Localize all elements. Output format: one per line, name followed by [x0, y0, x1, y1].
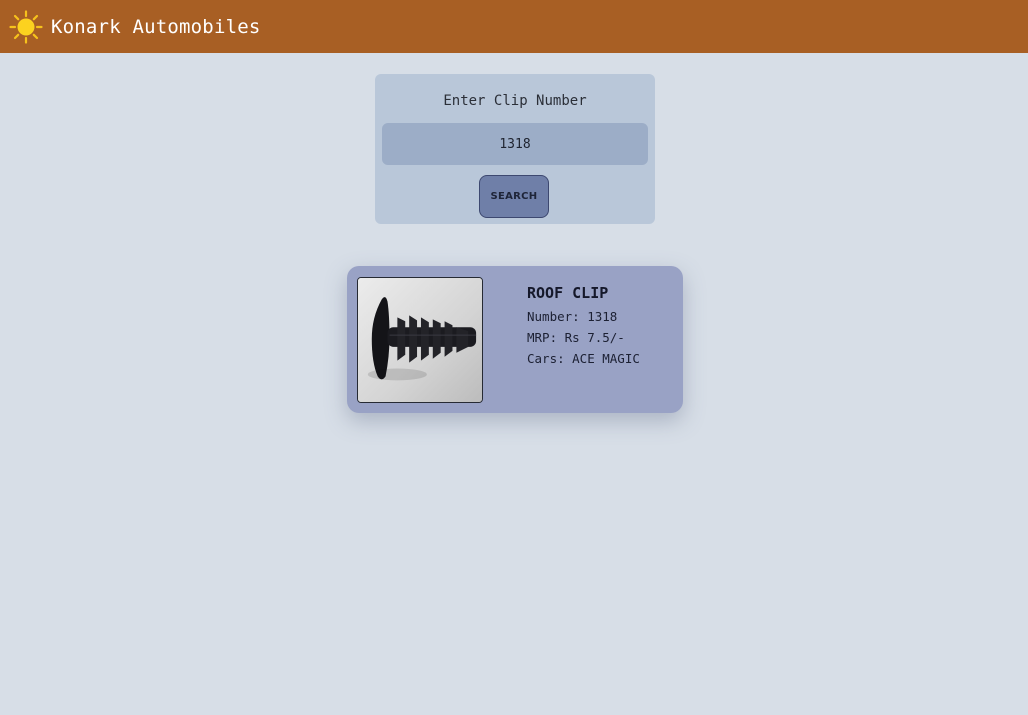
card-info: ROOF CLIP Number: 1318 MRP: Rs 7.5/- Car… — [527, 284, 640, 369]
part-number: Number: 1318 — [527, 309, 618, 324]
part-mrp: MRP: Rs 7.5/- — [527, 330, 625, 345]
clip-number-input[interactable] — [382, 123, 648, 165]
search-label: Enter Clip Number — [443, 93, 587, 109]
sun-icon — [9, 9, 43, 44]
part-cars: Cars: ACE MAGIC — [527, 351, 640, 366]
search-button[interactable]: SEARCH — [479, 175, 549, 218]
roof-clip-image — [357, 277, 483, 403]
brand-title: Konark Automobiles — [51, 15, 261, 38]
part-title: ROOF CLIP — [527, 284, 609, 302]
top-bar: Konark Automobiles — [0, 0, 1028, 53]
search-panel: Enter Clip Number SEARCH — [375, 74, 655, 224]
result-card: ROOF CLIP Number: 1318 MRP: Rs 7.5/- Car… — [347, 266, 683, 413]
